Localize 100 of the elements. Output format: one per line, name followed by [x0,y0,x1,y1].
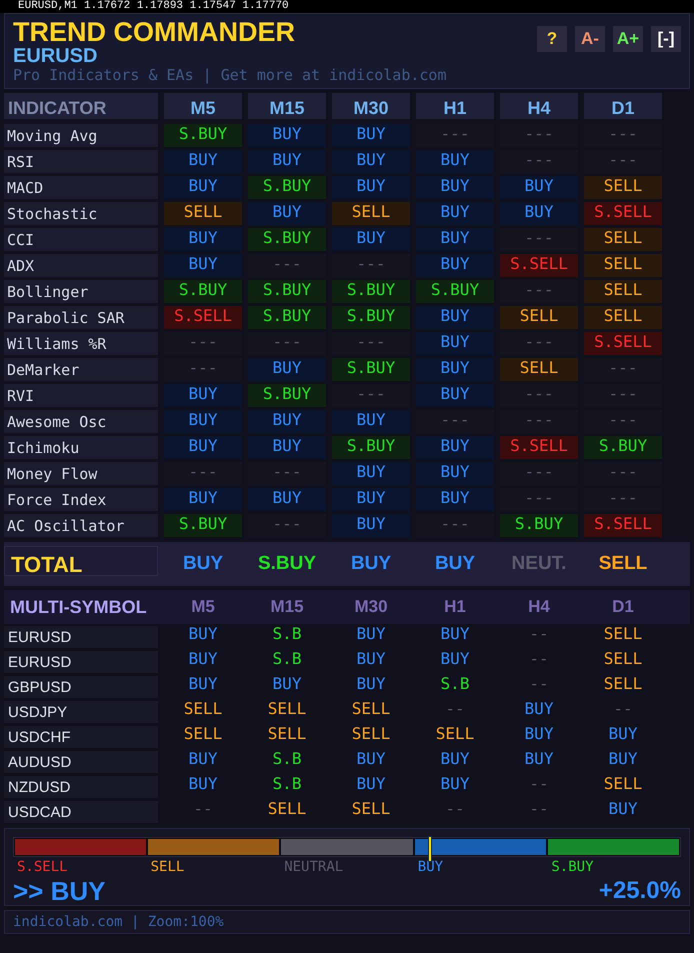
signal-cell-text: SELL [182,699,224,720]
signal-cell: BUY [164,176,242,198]
signal-cell: --- [248,332,326,354]
signal-cell-text: BUY [356,649,386,670]
signal-cell-text: SELL [350,724,392,745]
signal-cell-text: S.B [272,774,302,795]
font-size-button[interactable]: A+ [613,26,643,52]
signal-cell: BUY [248,202,326,224]
signal-cell: BUY [416,384,494,406]
signal-cell: S.SELL [500,436,578,458]
signal-cell-text: BUY [440,649,470,670]
signal-cell: BUY [164,228,242,250]
signal-cell: BUY [416,436,494,458]
signal-cell-text: BUY [356,749,386,770]
signal-cell-text: -- [192,799,214,820]
signal-cell: BUY [416,462,494,484]
signal-cell-text: BUY [188,774,218,795]
signal-cell: --- [584,462,662,484]
indicator-name: AC Oscillator [4,514,158,536]
signal-cell-text: BUY [188,674,218,695]
signal-cell: BUY [248,410,326,432]
signal-cell: S.BUY [332,306,410,328]
signal-cell-text: SELL [266,699,308,720]
signal-cell: S.BUY [584,436,662,458]
indicator-name: Awesome Osc [4,410,158,432]
signal-cell: BUY [332,150,410,172]
signal-cell-text: -- [528,674,550,695]
signal-cell: SELL [584,228,662,250]
symbol-name: USDCHF [4,726,158,748]
signal-cell: S.BUY [332,436,410,458]
signal-cell: BUY [332,410,410,432]
signal-cell: BUY [248,488,326,510]
signal-cell: BUY [332,228,410,250]
help-button[interactable]: ? [537,26,567,52]
signal-cell: --- [500,280,578,302]
signal-cell: --- [332,332,410,354]
signal-cell-text: SELL [266,724,308,745]
signal-cell-text: BUY [440,774,470,795]
signal-cell-text: -- [612,699,634,720]
signal-cell: S.SELL [500,254,578,276]
signal-cell: S.BUY [248,384,326,406]
signal-cell: SELL [500,306,578,328]
signal-cell: BUY [416,306,494,328]
signal-cell-text: BUY [440,624,470,645]
chart-header-text: EURUSD,M1 1.17672 1.17893 1.17547 1.17770 [0,0,694,13]
column-header: H4 [500,93,578,119]
column-header: M15 [269,596,305,618]
indicator-name: Stochastic [4,202,158,224]
signal-cell-text: BUY [524,749,554,770]
column-header: H1 [416,93,494,119]
signal-cell: S.SELL [164,306,242,328]
signal-cell-text: BUY [608,799,638,820]
signal-cell: BUY [332,176,410,198]
signal-cell-text: S.B [272,649,302,670]
signal-cell: --- [416,410,494,432]
symbol-name: EURUSD [4,626,158,648]
total-signal: NEUT. [510,552,568,576]
signal-cell: BUY [164,436,242,458]
signal-cell-text: SELL [602,649,644,670]
signal-cell: SELL [332,202,410,224]
indicator-name: Money Flow [4,462,158,484]
signal-cell: BUY [416,202,494,224]
signal-cell: BUY [164,254,242,276]
signal-cell: BUY [416,228,494,250]
column-header: M15 [248,93,326,119]
signal-cell: SELL [584,280,662,302]
indicator-name: Moving Avg [4,124,158,146]
signal-cell: --- [500,384,578,406]
signal-cell: --- [416,514,494,536]
signal-cell-text: BUY [608,749,638,770]
indicator-name: CCI [4,228,158,250]
signal-cell: S.BUY [500,514,578,536]
collapse-button[interactable]: [-] [651,26,681,52]
signal-cell: --- [500,410,578,432]
symbol-name: USDCAD [4,800,158,822]
total-signal: BUY [434,552,476,576]
signal-cell: --- [248,254,326,276]
signal-cell: BUY [248,150,326,172]
total-signal: S.BUY [256,552,318,576]
indicator-name: Bollinger [4,280,158,302]
signal-cell: S.BUY [248,306,326,328]
gauge-label: SELL [150,859,184,875]
signal-cell-text: BUY [524,699,554,720]
signal-cell: --- [584,410,662,432]
subtitle-text: Pro Indicators & EAs | Get more at indicolab.com [13,66,448,84]
signal-cell-text: -- [528,649,550,670]
font-size-button[interactable]: A- [575,26,605,52]
signal-cell: BUY [248,124,326,146]
signal-cell-text: -- [444,799,466,820]
signal-cell: S.SELL [584,332,662,354]
signal-cell: BUY [416,150,494,172]
symbol-name: AUDUSD [4,750,158,772]
signal-cell: --- [248,514,326,536]
signal-cell-text: SELL [602,774,644,795]
symbol-name: USDJPY [4,700,158,722]
signal-cell: SELL [584,254,662,276]
signal-cell: BUY [332,462,410,484]
gauge-label: S.SELL [17,859,68,875]
indicator-name: Williams %R [4,332,158,354]
signal-cell: --- [164,462,242,484]
